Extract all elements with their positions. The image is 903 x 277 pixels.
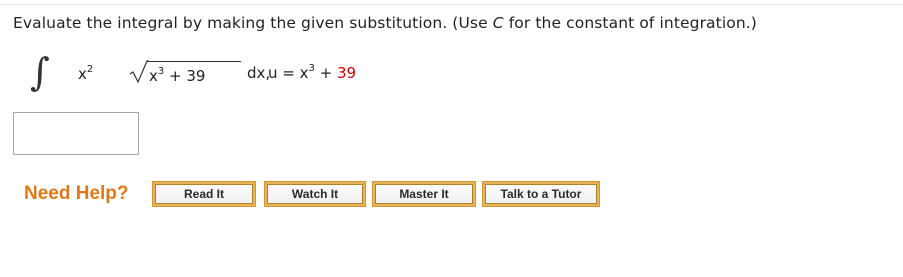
square-root-sign bbox=[129, 60, 149, 84]
need-help-label: Need Help? bbox=[24, 183, 129, 204]
read-it-label: Read It bbox=[155, 184, 253, 204]
constant-variable: C bbox=[492, 14, 504, 32]
substitution: u = x3 + 39 bbox=[268, 64, 357, 83]
radicand-constant: + 39 bbox=[164, 67, 206, 85]
substitution-lhs: u = x bbox=[268, 64, 309, 82]
integral-expression: ∫ x2 x3 + 39 dx, u = x3 + 39 bbox=[30, 52, 450, 92]
talk-to-tutor-button[interactable]: Talk to a Tutor bbox=[482, 181, 600, 207]
answer-input[interactable] bbox=[13, 112, 139, 155]
master-it-button[interactable]: Master It bbox=[372, 181, 476, 207]
radicand: x3 + 39 bbox=[149, 67, 206, 86]
substitution-plus: + bbox=[314, 64, 337, 82]
prompt-text-start: Evaluate the integral by making the give… bbox=[13, 14, 493, 32]
radical-bar bbox=[147, 61, 241, 62]
factor-exponent: 2 bbox=[86, 64, 94, 75]
watch-it-button[interactable]: Watch It bbox=[264, 181, 366, 207]
talk-to-tutor-label: Talk to a Tutor bbox=[485, 184, 597, 204]
prompt-text-end: for the constant of integration.) bbox=[503, 14, 757, 32]
radicand-base: x bbox=[149, 67, 158, 85]
integral-sign: ∫ bbox=[30, 50, 50, 94]
master-it-label: Master It bbox=[375, 184, 473, 204]
differential: dx, bbox=[247, 64, 271, 82]
read-it-button[interactable]: Read It bbox=[152, 181, 256, 207]
factor-base: x bbox=[78, 65, 87, 83]
watch-it-label: Watch It bbox=[267, 184, 363, 204]
top-divider bbox=[0, 4, 903, 5]
integrand-factor: x2 bbox=[78, 64, 94, 84]
question-prompt: Evaluate the integral by making the give… bbox=[13, 14, 757, 32]
substitution-constant: 39 bbox=[336, 64, 357, 82]
